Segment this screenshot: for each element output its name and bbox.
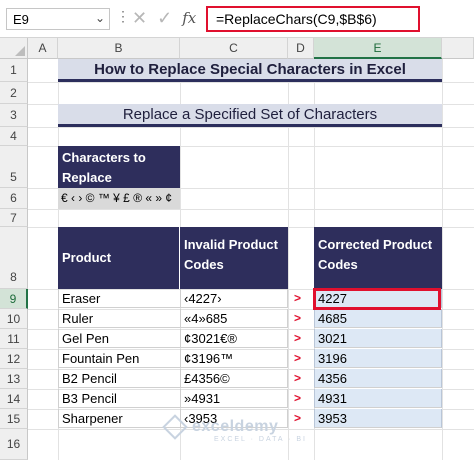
header-corrected-codes[interactable]: Corrected Product Codes	[314, 227, 442, 289]
invalid-code-cell[interactable]: ¢3196™	[180, 349, 288, 368]
formula-bar: E9 ⌄ ⋮ ✕ ✓ fx =ReplaceChars(C9,$B$6)	[0, 0, 474, 38]
arrow-marker: >	[294, 371, 302, 385]
column-header-e[interactable]: E	[314, 38, 442, 59]
product-cell[interactable]: Fountain Pen	[58, 349, 180, 368]
corrected-code-cell[interactable]: 3953	[314, 409, 442, 428]
invalid-code-cell[interactable]: £4356©	[180, 369, 288, 388]
row-header-10[interactable]: 10	[0, 309, 28, 329]
arrow-marker: >	[294, 311, 302, 325]
active-cell-highlight	[313, 288, 441, 310]
invalid-code-cell[interactable]: «4»685	[180, 309, 288, 328]
formula-input[interactable]: =ReplaceChars(C9,$B$6)	[206, 6, 420, 32]
row-header-12[interactable]: 12	[0, 349, 28, 369]
row-header-6[interactable]: 6	[0, 188, 28, 209]
row-header-3[interactable]: 3	[0, 104, 28, 127]
cancel-icon[interactable]: ✕	[132, 8, 147, 29]
row-header-16[interactable]: 16	[0, 429, 28, 460]
column-header-f[interactable]	[442, 38, 474, 59]
product-cell[interactable]: Sharpener	[58, 409, 180, 428]
sheet-subtitle[interactable]: Replace a Specified Set of Characters	[58, 104, 442, 127]
row-header-15[interactable]: 15	[0, 409, 28, 429]
watermark-name: exceldemy	[192, 418, 279, 435]
arrow-marker: >	[294, 291, 302, 305]
more-options-icon[interactable]: ⋮	[116, 8, 130, 25]
column-header-c[interactable]: C	[180, 38, 288, 59]
select-all-button[interactable]	[0, 38, 28, 59]
excel-window: E9 ⌄ ⋮ ✕ ✓ fx =ReplaceChars(C9,$B$6) A B…	[0, 0, 474, 460]
insert-function-icon[interactable]: fx	[182, 9, 196, 27]
column-header-a[interactable]: A	[28, 38, 58, 59]
row-header-14[interactable]: 14	[0, 389, 28, 409]
watermark-tagline: EXCEL · DATA · BI	[214, 436, 307, 443]
corrected-code-cell[interactable]: 3196	[314, 349, 442, 368]
row-header-4[interactable]: 4	[0, 127, 28, 146]
product-cell[interactable]: B3 Pencil	[58, 389, 180, 408]
product-cell[interactable]: Gel Pen	[58, 329, 180, 348]
arrow-marker: >	[294, 331, 302, 345]
product-cell[interactable]: Ruler	[58, 309, 180, 328]
header-product[interactable]: Product	[58, 227, 180, 289]
watermark: exceldemy EXCEL · DATA · BI	[192, 418, 307, 443]
name-box-value: E9	[13, 12, 29, 27]
chevron-down-icon[interactable]: ⌄	[95, 11, 105, 25]
row-header-1[interactable]: 1	[0, 59, 28, 82]
invalid-code-cell[interactable]: »4931	[180, 389, 288, 408]
column-header-d[interactable]: D	[288, 38, 314, 59]
column-header-b[interactable]: B	[58, 38, 180, 59]
row-header-9[interactable]: 9	[0, 289, 28, 309]
enter-icon[interactable]: ✓	[157, 8, 172, 29]
characters-value-cell[interactable]: € ‹ › © ™ ¥ £ ® « » ¢	[58, 188, 180, 209]
formula-text: =ReplaceChars(C9,$B$6)	[216, 11, 377, 27]
row-header-13[interactable]: 13	[0, 369, 28, 389]
sheet-title[interactable]: How to Replace Special Characters in Exc…	[58, 59, 442, 82]
row-header-5[interactable]: 5	[0, 146, 28, 188]
invalid-code-cell[interactable]: ‹4227›	[180, 289, 288, 308]
name-box[interactable]: E9 ⌄	[6, 8, 110, 30]
header-invalid-codes[interactable]: Invalid Product Codes	[180, 227, 288, 289]
corrected-code-cell[interactable]: 4931	[314, 389, 442, 408]
row-header-7[interactable]: 7	[0, 209, 28, 227]
arrow-marker: >	[294, 391, 302, 405]
product-cell[interactable]: Eraser	[58, 289, 180, 308]
invalid-code-cell[interactable]: ¢3021€®	[180, 329, 288, 348]
corrected-code-cell[interactable]: 3021	[314, 329, 442, 348]
row-header-8[interactable]: 8	[0, 227, 28, 289]
product-cell[interactable]: B2 Pencil	[58, 369, 180, 388]
characters-header[interactable]: Characters to Replace	[58, 146, 180, 188]
row-header-2[interactable]: 2	[0, 82, 28, 104]
corrected-code-cell[interactable]: 4356	[314, 369, 442, 388]
corrected-code-cell[interactable]: 4685	[314, 309, 442, 328]
arrow-marker: >	[294, 351, 302, 365]
row-header-11[interactable]: 11	[0, 329, 28, 349]
